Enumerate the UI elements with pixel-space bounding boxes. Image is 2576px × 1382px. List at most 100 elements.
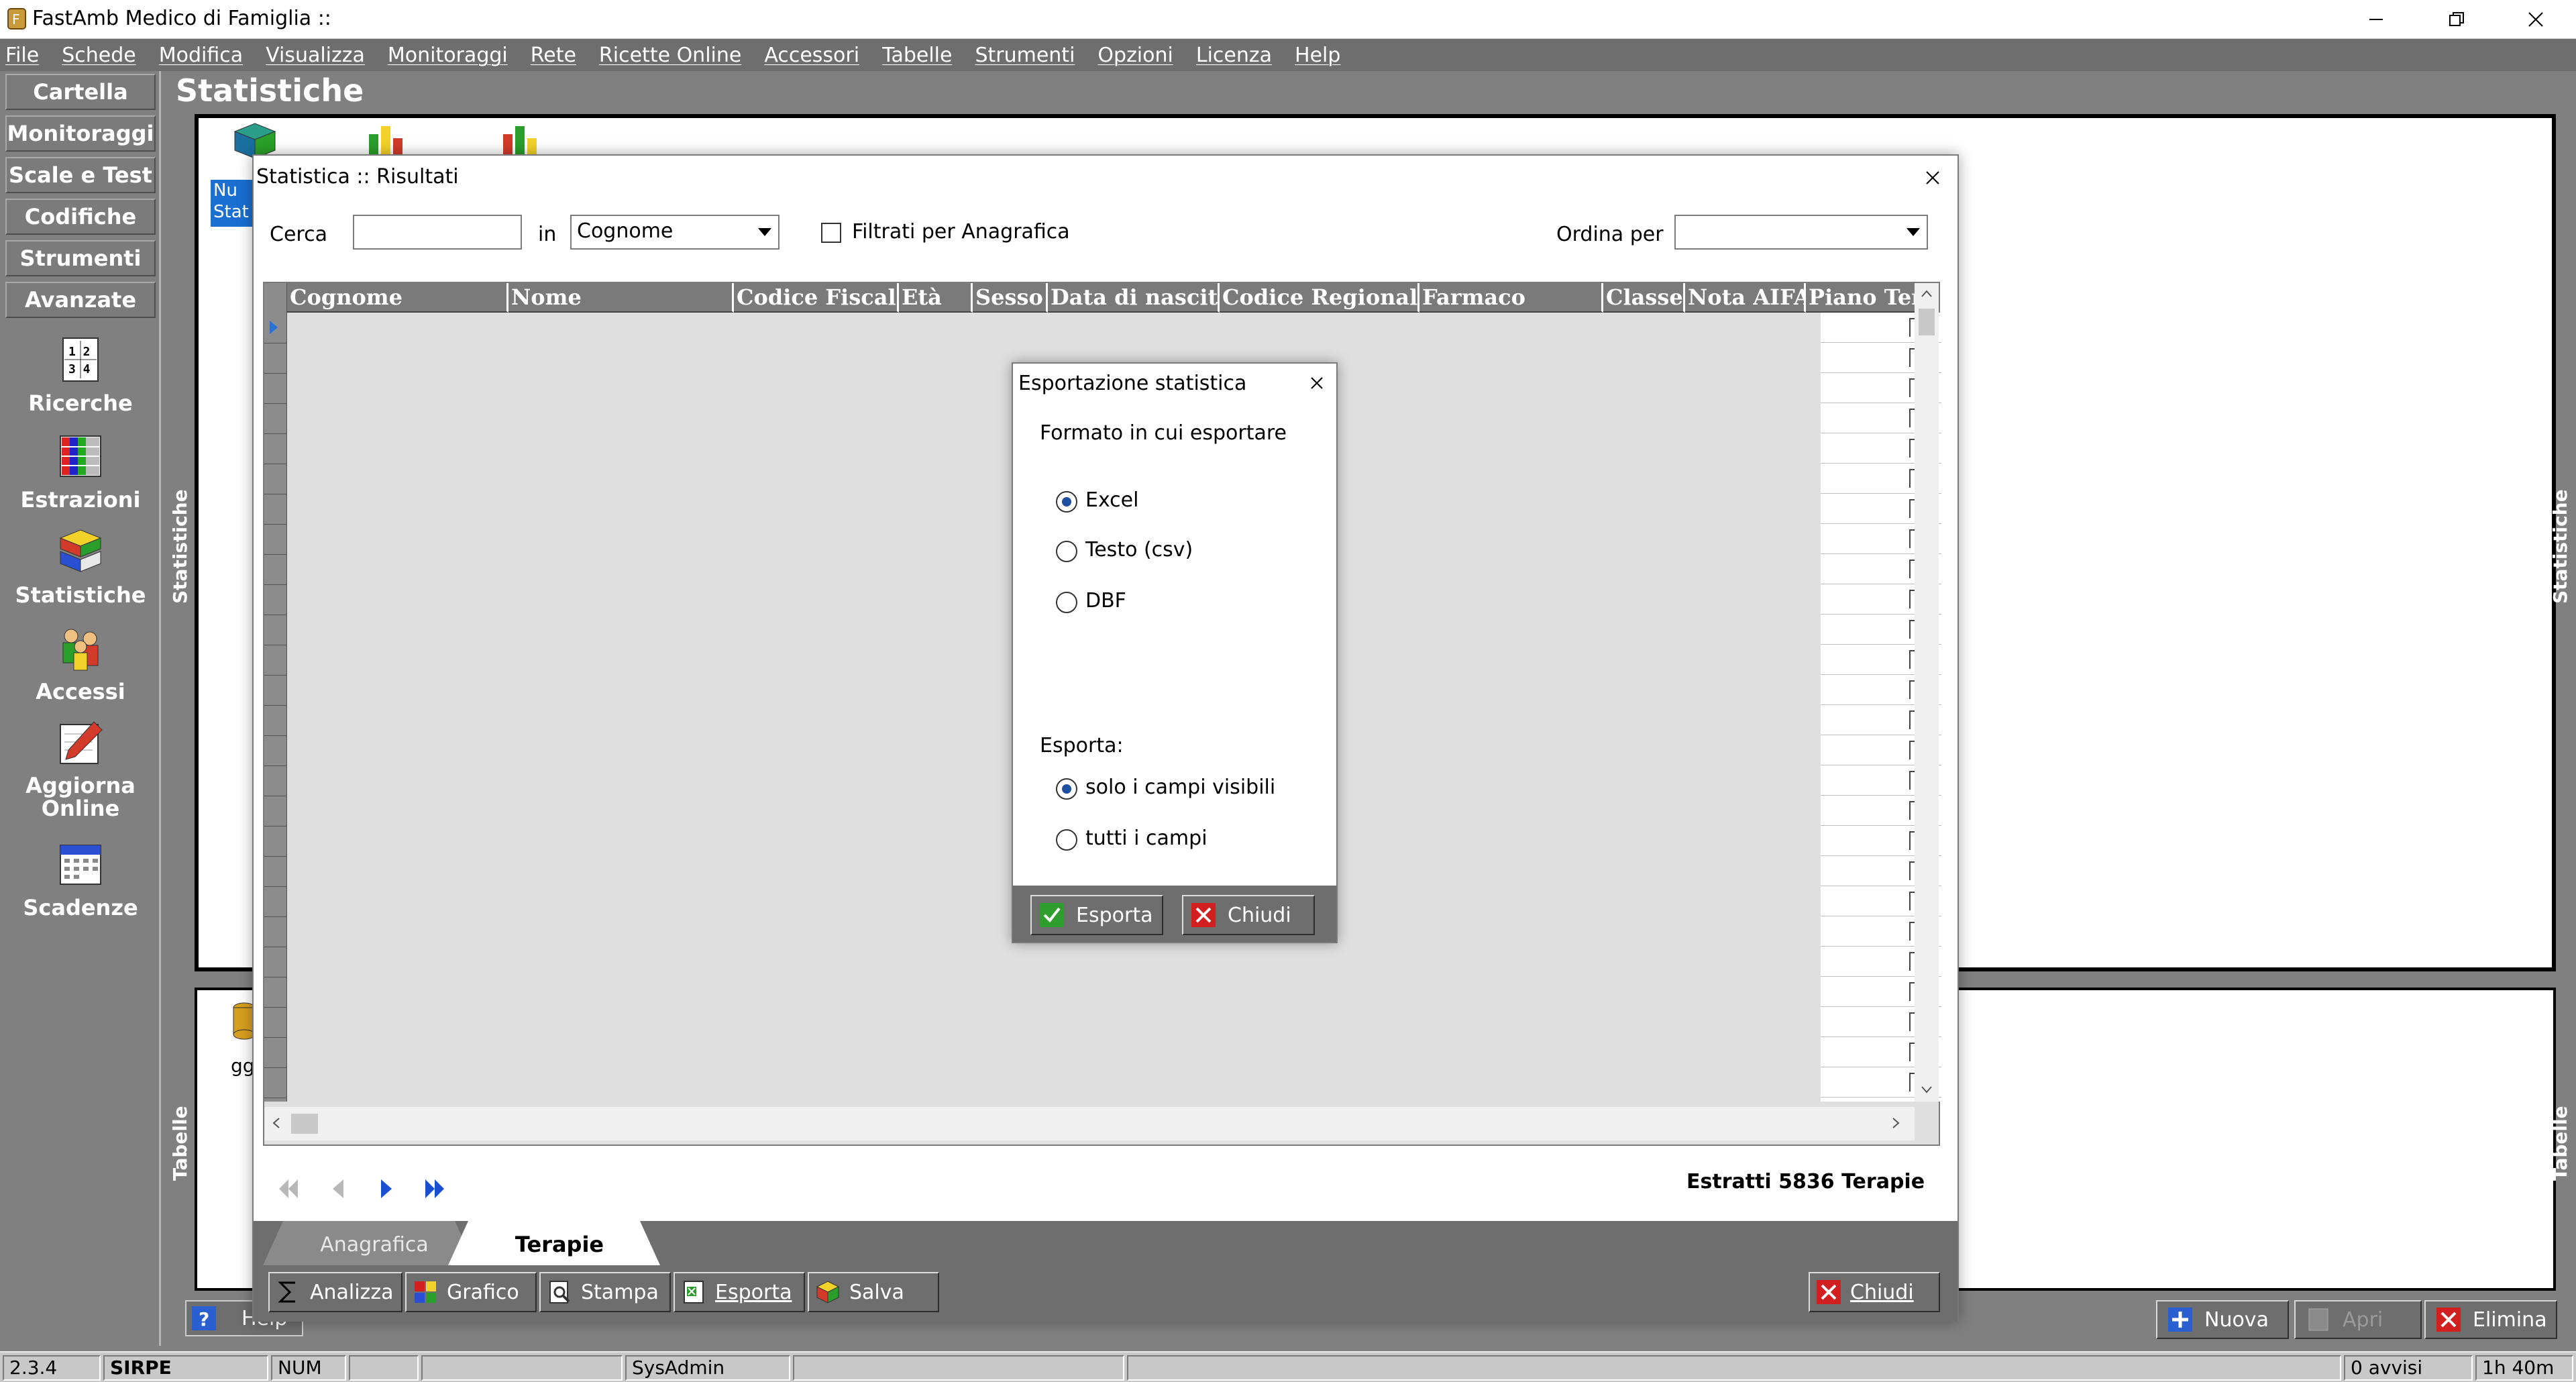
order-by-select[interactable] [1674,215,1928,250]
nav-tool-statistiche[interactable]: Statistiche [5,526,156,608]
elimina-button[interactable]: Elimina [2424,1300,2557,1339]
left-navigation: Cartella Monitoraggi Scale e Test Codifi… [0,71,161,1346]
save-statistic-icon [816,1281,840,1304]
apri-label: Apri [2343,1308,2383,1332]
radio-scope-visible[interactable] [1056,778,1077,800]
chart-grid-icon [415,1281,436,1303]
menu-opzioni[interactable]: Opzioni [1097,44,1173,67]
close-icon [1311,377,1323,389]
menu-bar: File Schede Modifica Visualizza Monitora… [0,39,2576,71]
tab-terapie[interactable]: Terapie [452,1224,667,1265]
export-dialog-close-button[interactable] [1301,368,1332,398]
column-header[interactable]: Nome [508,283,734,313]
results-dialog-close-button[interactable] [1916,161,1949,195]
nav-codifiche[interactable]: Codifiche [5,199,156,235]
menu-ricette-online[interactable]: Ricette Online [599,44,741,67]
horizontal-scrollbar[interactable] [264,1107,1915,1140]
users-icon [62,629,99,671]
first-record-icon[interactable] [274,1174,303,1204]
previous-record-icon[interactable] [323,1174,353,1204]
vertical-scroll-thumb[interactable] [1919,309,1935,335]
column-header[interactable]: Età [899,283,973,313]
nav-tool-scadenze[interactable]: Scadenze [5,839,156,920]
radio-format-csv[interactable] [1056,541,1077,562]
nav-tool-estrazioni[interactable]: Estrazioni [5,431,156,513]
status-avvisi[interactable]: 0 avvisi [2344,1355,2473,1381]
chiudi-results-button[interactable]: Chiudi [1809,1272,1940,1312]
menu-accessori[interactable]: Accessori [764,44,859,67]
window-title-bar [0,0,2576,39]
radio-format-csv-label: Testo (csv) [1085,538,1193,562]
help-icon: ? [192,1306,216,1330]
status-empty-1 [349,1355,419,1381]
nav-monitoraggi[interactable]: Monitoraggi [5,115,156,152]
export-scope-label: Esporta: [1040,734,1124,757]
stampa-button[interactable]: Stampa [539,1272,671,1312]
minimize-button[interactable] [2337,0,2415,39]
nav-cartella[interactable]: Cartella [5,74,156,110]
close-window-button[interactable] [2497,0,2575,39]
radio-format-dbf-label: DBF [1085,589,1126,613]
apri-button[interactable]: Apri [2294,1300,2422,1339]
radio-scope-all[interactable] [1056,829,1077,851]
restore-button[interactable] [2418,0,2496,39]
nav-tool-aggiorna-online[interactable]: Aggiorna Online [5,718,156,820]
stampa-label: Stampa [581,1280,659,1304]
row-divider [264,584,287,585]
column-header[interactable]: Farmaco [1419,283,1603,313]
elimina-label: Elimina [2473,1308,2547,1332]
nav-avanzate[interactable]: Avanzate [5,282,156,318]
menu-modifica[interactable]: Modifica [159,44,243,67]
column-header[interactable]: Piano Tera [1806,283,1917,313]
nav-tool-ricerche[interactable]: 1 23 4 Ricerche [5,334,156,416]
row-divider [264,524,287,525]
close-icon [2528,12,2543,27]
column-header[interactable]: Classe [1603,283,1685,313]
nav-tool-accessi[interactable]: Accessi [5,623,156,704]
tab-anagrafica[interactable]: Anagrafica [267,1224,482,1265]
search-field-select[interactable]: Cognome [570,215,780,250]
search-input[interactable] [353,215,522,250]
menu-licenza[interactable]: Licenza [1196,44,1272,67]
radio-format-dbf[interactable] [1056,592,1077,613]
grafico-button[interactable]: Grafico [405,1272,537,1312]
menu-schede[interactable]: Schede [62,44,136,67]
last-record-icon[interactable] [420,1174,449,1204]
menu-help[interactable]: Help [1295,44,1340,67]
menu-file[interactable]: File [5,44,39,67]
salva-button[interactable]: Salva [808,1272,939,1312]
column-header[interactable]: Sesso [973,283,1048,313]
esporta-button[interactable]: Esporta [674,1272,805,1312]
current-row-arrow-icon [270,321,278,334]
horizontal-scroll-thumb[interactable] [291,1114,318,1134]
column-header[interactable]: Nota AIFA [1685,283,1806,313]
column-header[interactable]: Data di nascita [1048,283,1220,313]
nav-scale-e-test[interactable]: Scale e Test [5,157,156,193]
export-confirm-button[interactable]: Esporta [1030,895,1163,935]
vertical-scrollbar[interactable] [1915,283,1939,1102]
radio-scope-visible-label: solo i campi visibili [1085,776,1276,799]
export-cancel-button[interactable]: Chiudi [1182,895,1315,935]
status-num: NUM [271,1355,346,1381]
nav-strumenti[interactable]: Strumenti [5,240,156,276]
column-header[interactable]: Codice Regionale [1220,283,1419,313]
next-record-icon[interactable] [372,1174,401,1204]
calculator-icon: 1 23 4 [62,337,99,382]
plus-icon [2168,1308,2192,1332]
menu-monitoraggi[interactable]: Monitoraggi [388,44,508,67]
column-header[interactable]: Cognome [287,283,508,313]
menu-visualizza[interactable]: Visualizza [266,44,365,67]
row-divider [264,373,287,374]
menu-strumenti[interactable]: Strumenti [975,44,1075,67]
analizza-button[interactable]: Analizza [268,1272,402,1312]
column-header[interactable]: Codice Fiscale [734,283,899,313]
nuova-button[interactable]: Nuova [2156,1300,2289,1339]
filter-anagrafica-checkbox[interactable] [821,223,841,243]
new-statistic-tile[interactable]: Nu Stat [211,180,252,227]
radio-format-excel[interactable] [1056,491,1077,513]
nuova-label: Nuova [2204,1308,2269,1332]
delete-x-icon [2436,1308,2461,1332]
menu-rete[interactable]: Rete [531,44,576,67]
menu-tabelle[interactable]: Tabelle [882,44,952,67]
row-divider [264,675,287,676]
